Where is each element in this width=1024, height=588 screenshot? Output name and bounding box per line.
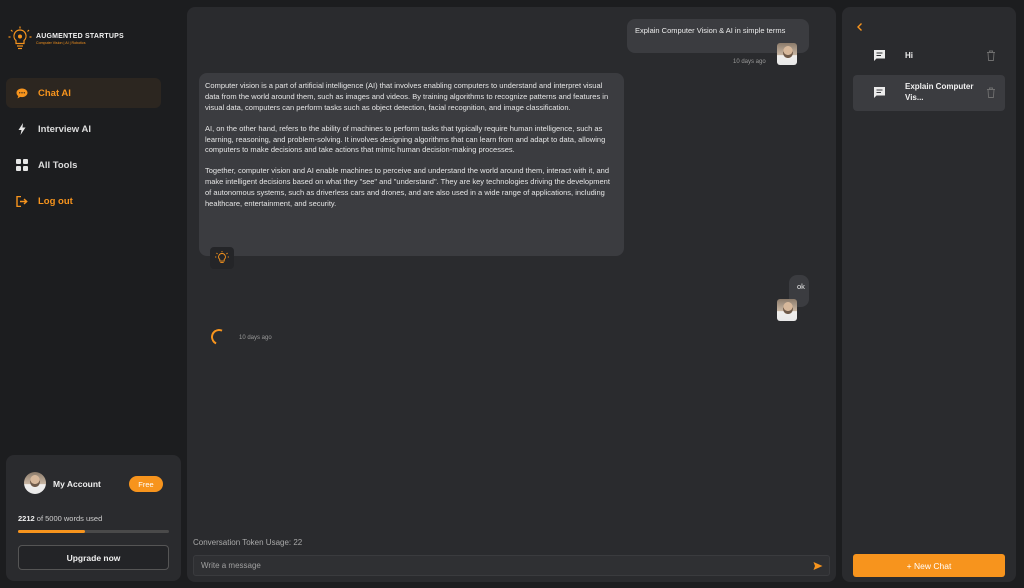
words-usage-text: 2212 of 5000 words used [18, 514, 102, 523]
nav-item-all-tools[interactable]: All Tools [6, 150, 161, 180]
message-icon [874, 87, 885, 98]
avatar[interactable] [24, 472, 46, 494]
grid-icon [16, 159, 28, 171]
left-sidebar: AUGMENTED STARTUPS Computer Vision | AI … [0, 0, 185, 588]
loading-spinner-icon [208, 326, 230, 348]
account-label[interactable]: My Account [53, 479, 101, 489]
message-input-placeholder: Write a message [201, 561, 261, 570]
brand-subtitle: Computer Vision | AI | Robotics [36, 41, 86, 45]
conversation-title: Explain Computer Vis... [905, 82, 974, 102]
trash-icon[interactable] [986, 87, 996, 98]
conversation-item-active[interactable]: Explain Computer Vis... [853, 75, 1005, 111]
user-message-text: ok [797, 282, 805, 291]
message-input[interactable]: Write a message [193, 555, 830, 576]
brand-title: AUGMENTED STARTUPS [36, 33, 124, 40]
chat-panel: Explain Computer Vision & AI in simple t… [187, 7, 836, 582]
chevron-left-icon[interactable] [856, 22, 864, 32]
assistant-message: Computer vision is a part of artificial … [199, 73, 624, 256]
message-timestamp: 10 days ago [239, 335, 272, 341]
user-message-text: Explain Computer Vision & AI in simple t… [635, 26, 786, 35]
user-avatar [777, 299, 797, 321]
token-usage-label: Conversation Token Usage: 22 [193, 538, 303, 547]
trash-icon[interactable] [986, 50, 996, 61]
words-usage-suffix: of 5000 words used [36, 514, 103, 523]
lightbulb-icon [215, 251, 229, 263]
send-icon[interactable] [813, 561, 823, 571]
assistant-paragraph: Together, computer vision and AI enable … [205, 166, 610, 208]
assistant-avatar [210, 247, 234, 269]
upgrade-button[interactable]: Upgrade now [18, 545, 169, 570]
nav-item-label: Log out [38, 195, 73, 207]
usage-progress-fill [18, 530, 85, 533]
user-avatar [777, 43, 797, 65]
brand-logo[interactable]: AUGMENTED STARTUPS Computer Vision | AI … [8, 26, 124, 52]
nav-item-label: All Tools [38, 159, 78, 171]
new-chat-button[interactable]: + New Chat [853, 554, 1005, 577]
usage-progress-bar [18, 530, 169, 533]
nav-item-logout[interactable]: Log out [6, 186, 161, 216]
words-used-count: 2212 [18, 514, 35, 523]
conversation-title: Hi [905, 50, 913, 60]
message-icon [874, 50, 885, 61]
plan-badge: Free [129, 476, 163, 492]
lightning-icon [16, 123, 28, 135]
nav-item-label: Interview AI [38, 123, 91, 135]
assistant-paragraph: AI, on the other hand, refers to the abi… [205, 123, 606, 155]
conversation-item[interactable]: Hi [853, 38, 1005, 74]
nav-item-chat-ai[interactable]: Chat AI [6, 78, 161, 108]
main-nav: Chat AI Interview AI All Tools Log out [6, 78, 161, 222]
message-timestamp: 10 days ago [733, 59, 766, 65]
nav-item-interview-ai[interactable]: Interview AI [6, 114, 161, 144]
nav-item-label: Chat AI [38, 87, 71, 99]
history-panel: Hi Explain Computer Vis... + New Chat [842, 7, 1016, 582]
lightbulb-logo-icon [8, 26, 32, 50]
assistant-paragraph: Computer vision is a part of artificial … [205, 81, 609, 112]
chat-bubble-icon [16, 87, 28, 99]
logout-icon [16, 195, 28, 207]
account-card: My Account Free 2212 of 5000 words used … [6, 455, 181, 581]
